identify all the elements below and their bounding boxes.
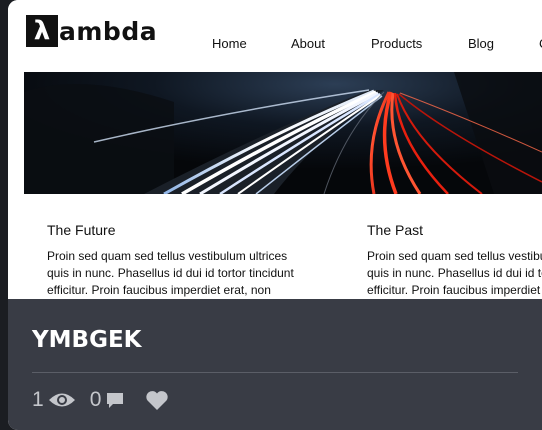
column-body: Proin sed quam sed tellus vestibulum ult… [367, 248, 542, 299]
column-line: Proin sed quam sed tellus vestibulum ult… [47, 249, 288, 263]
column-line: Proin sed quam sed tellus vestibulum ult… [367, 249, 542, 263]
comments-stat: 0 [90, 388, 126, 412]
hero-image [24, 72, 542, 194]
stats-row: 1 0 [32, 387, 183, 413]
nav-home[interactable]: Home [212, 36, 247, 51]
nav-about[interactable]: About [291, 36, 325, 51]
like-button[interactable] [145, 389, 169, 411]
comments-count: 0 [89, 388, 102, 411]
project-title[interactable]: YMBGEK [32, 327, 142, 353]
card-info-overlay: YMBGEK 1 0 [8, 299, 542, 430]
article-column-future: The Future Proin sed quam sed tellus ves… [47, 222, 317, 299]
column-title: The Future [47, 222, 116, 238]
views-count: 1 [32, 388, 44, 411]
heart-icon[interactable] [145, 389, 169, 411]
column-line: quis in nunc. Phasellus id dui id tortor… [47, 266, 294, 280]
divider [32, 372, 518, 373]
article-column-past: The Past Proin sed quam sed tellus vesti… [367, 222, 542, 299]
top-nav: Home About Products Blog C [8, 36, 542, 52]
project-card[interactable]: λ ambda Home About Products Blog C [8, 0, 542, 430]
column-body: Proin sed quam sed tellus vestibulum ult… [47, 248, 317, 299]
nav-blog[interactable]: Blog [468, 36, 494, 51]
website-preview[interactable]: λ ambda Home About Products Blog C [8, 0, 542, 300]
eye-icon [48, 391, 76, 409]
column-line: quis in nunc. Phasellus id dui id tortor… [367, 266, 542, 280]
column-title: The Past [367, 222, 424, 238]
column-line: efficitur. Proin faucibus imperdiet erat… [367, 283, 542, 297]
nav-products[interactable]: Products [371, 36, 422, 51]
views-stat: 1 [32, 388, 76, 412]
column-line: efficitur. Proin faucibus imperdiet erat… [47, 283, 271, 297]
comment-icon [105, 390, 125, 410]
